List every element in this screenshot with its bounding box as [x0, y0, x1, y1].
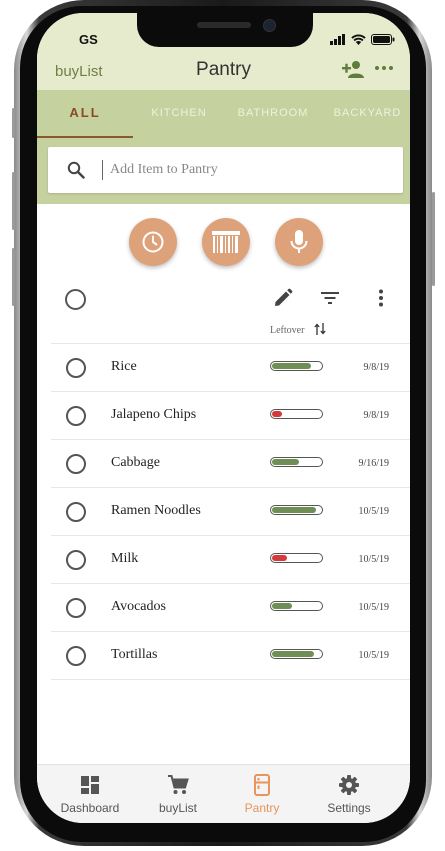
select-all-checkbox[interactable] [65, 289, 86, 310]
item-date: 10/5/19 [358, 602, 389, 613]
leftover-bar-fill [272, 603, 292, 609]
leftover-bar-fill [272, 651, 314, 657]
list-item[interactable]: Tortillas 10/5/19 [51, 631, 410, 680]
edit-icon[interactable] [273, 288, 293, 308]
item-checkbox[interactable] [66, 358, 86, 378]
clock-icon [142, 231, 164, 253]
microphone-icon [290, 230, 308, 253]
item-checkbox[interactable] [66, 646, 86, 666]
nav-label: Dashboard [60, 801, 120, 815]
leftover-bar [270, 361, 323, 371]
add-item-input[interactable] [110, 158, 390, 182]
item-name: Tortillas [111, 647, 158, 662]
nav-dashboard[interactable]: Dashboard [45, 765, 135, 823]
volume-up-button [12, 172, 15, 230]
nav-label: Settings [327, 801, 371, 815]
list-item[interactable]: Rice 9/8/19 [51, 343, 410, 391]
status-carrier: GS [79, 32, 98, 47]
tab-all[interactable]: ALL [37, 90, 133, 138]
category-tabs: ALL KITCHEN BATHROOM BACKYARD [37, 90, 410, 138]
leftover-bar-fill [272, 507, 316, 513]
nav-label: buyList [158, 801, 198, 815]
bottom-nav: Dashboard buyList Pantry Settings [37, 764, 410, 823]
battery-icon [371, 33, 395, 45]
app-screen: GS buyList Pantry ALL KITCHEN BATHROOM B… [37, 13, 410, 823]
search-icon [67, 161, 85, 179]
signal-icon [330, 33, 345, 45]
list-item[interactable]: Ramen Noodles 10/5/19 [51, 487, 410, 535]
search-area [37, 138, 410, 204]
pantry-item-list: Rice 9/8/19 Jalapeno Chips 9/8/19 Cabbage 9/1… [51, 343, 410, 680]
item-name: Cabbage [111, 455, 160, 470]
voice-button[interactable] [275, 218, 323, 266]
item-name: Jalapeno Chips [111, 407, 197, 422]
nav-settings[interactable]: Settings [304, 765, 394, 823]
notch [137, 13, 313, 47]
leftover-bar [270, 457, 323, 467]
item-date: 9/8/19 [363, 362, 389, 373]
speaker-grille [197, 22, 251, 28]
nav-buylist[interactable]: buyList [133, 765, 223, 823]
wifi-icon [351, 34, 366, 45]
item-checkbox[interactable] [66, 406, 86, 426]
item-date: 9/16/19 [358, 458, 389, 469]
leftover-bar [270, 553, 323, 563]
tab-kitchen[interactable]: KITCHEN [137, 90, 221, 138]
volume-down-button [12, 248, 15, 306]
item-checkbox[interactable] [66, 550, 86, 570]
barcode-icon [212, 231, 240, 253]
item-date: 9/8/19 [363, 410, 389, 421]
leftover-bar-fill [272, 411, 282, 417]
mute-switch [12, 108, 15, 138]
filter-icon[interactable] [320, 288, 340, 308]
item-name: Avocados [111, 599, 166, 614]
item-date: 10/5/19 [358, 554, 389, 565]
item-date: 10/5/19 [358, 506, 389, 517]
leftover-bar [270, 409, 323, 419]
history-button[interactable] [129, 218, 177, 266]
status-icons [330, 33, 395, 45]
leftover-bar-fill [272, 363, 311, 369]
item-checkbox[interactable] [66, 598, 86, 618]
list-item[interactable]: Jalapeno Chips 9/8/19 [51, 391, 410, 439]
leftover-bar [270, 601, 323, 611]
leftover-bar-fill [272, 555, 287, 561]
item-checkbox[interactable] [66, 502, 86, 522]
add-person-icon[interactable] [342, 60, 364, 78]
list-item[interactable]: Avocados 10/5/19 [51, 583, 410, 631]
power-button [432, 192, 435, 286]
more-vertical-icon[interactable] [371, 288, 391, 308]
fridge-icon [254, 774, 270, 796]
front-camera [263, 19, 276, 32]
sort-icon[interactable] [314, 322, 326, 336]
cart-icon [168, 775, 189, 794]
tab-bathroom[interactable]: BATHROOM [225, 90, 321, 138]
item-name: Rice [111, 359, 137, 374]
item-checkbox[interactable] [66, 454, 86, 474]
item-name: Ramen Noodles [111, 503, 201, 518]
leftover-bar [270, 505, 323, 515]
more-horizontal-icon[interactable] [374, 61, 394, 75]
item-name: Milk [111, 551, 139, 566]
dashboard-icon [81, 776, 99, 794]
gear-icon [339, 775, 359, 795]
nav-pantry[interactable]: Pantry [217, 765, 307, 823]
barcode-button[interactable] [202, 218, 250, 266]
tab-backyard[interactable]: BACKYARD [325, 90, 410, 138]
leftover-bar [270, 649, 323, 659]
item-date: 10/5/19 [358, 650, 389, 661]
text-cursor [102, 160, 103, 180]
search-box[interactable] [48, 147, 403, 193]
nav-label: Pantry [244, 801, 280, 815]
leftover-column-label[interactable]: Leftover [270, 325, 304, 336]
list-item[interactable]: Milk 10/5/19 [51, 535, 410, 583]
leftover-bar-fill [272, 459, 299, 465]
list-item[interactable]: Cabbage 9/16/19 [51, 439, 410, 487]
